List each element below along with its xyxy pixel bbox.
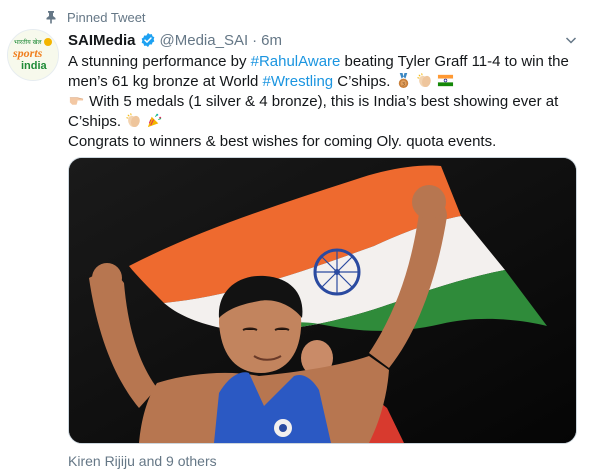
author-name[interactable]: SAIMedia bbox=[68, 32, 136, 49]
hashtag-link-rahulaware[interactable]: #RahulAware bbox=[251, 53, 341, 70]
pin-icon bbox=[46, 11, 56, 24]
flag-india-emoji bbox=[437, 74, 454, 87]
verified-icon bbox=[141, 33, 154, 47]
svg-text:भारतीय खेल: भारतीय खेल bbox=[14, 38, 42, 46]
chevron-down-icon[interactable] bbox=[565, 34, 577, 46]
tweet-paragraph-2: With 5 medals (1 silver & 4 bronze), thi… bbox=[68, 92, 578, 132]
tweet-paragraph-1: A stunning performance by #RahulAware be… bbox=[68, 52, 578, 92]
party-popper-emoji bbox=[148, 113, 162, 128]
clap-emoji bbox=[126, 113, 141, 128]
sai-logo: भारतीय खेल sports india bbox=[8, 30, 58, 80]
tweet-photo[interactable] bbox=[68, 157, 577, 444]
svg-text:3: 3 bbox=[402, 82, 405, 88]
text-segment: A stunning performance by bbox=[68, 53, 251, 70]
point-right-emoji bbox=[69, 97, 84, 105]
pinned-indicator: Pinned Tweet bbox=[44, 8, 146, 26]
svg-text:sports: sports bbox=[12, 46, 43, 60]
tweet-timestamp[interactable]: 6m bbox=[261, 32, 282, 49]
pinned-label: Pinned Tweet bbox=[67, 9, 146, 25]
hashtag-link-wrestling[interactable]: #Wrestling bbox=[263, 73, 334, 90]
separator-dot: · bbox=[252, 31, 258, 49]
tweet-text: A stunning performance by #RahulAware be… bbox=[68, 52, 578, 152]
wrestler-flag-photo bbox=[69, 158, 576, 443]
author-handle[interactable]: @Media_SAI bbox=[160, 32, 249, 49]
tweet-paragraph-3: Congrats to winners & best wishes for co… bbox=[68, 133, 497, 150]
avatar[interactable]: भारतीय खेल sports india bbox=[7, 29, 59, 81]
text-segment: C’ships. bbox=[333, 73, 391, 90]
medal-emoji: 3 bbox=[398, 72, 408, 89]
liked-by-text[interactable]: Kiren Rijiju and 9 others bbox=[68, 453, 217, 469]
clap-emoji bbox=[417, 73, 431, 88]
svg-text:india: india bbox=[21, 60, 48, 72]
tweet-header: SAIMedia @Media_SAI · 6m bbox=[68, 30, 282, 50]
